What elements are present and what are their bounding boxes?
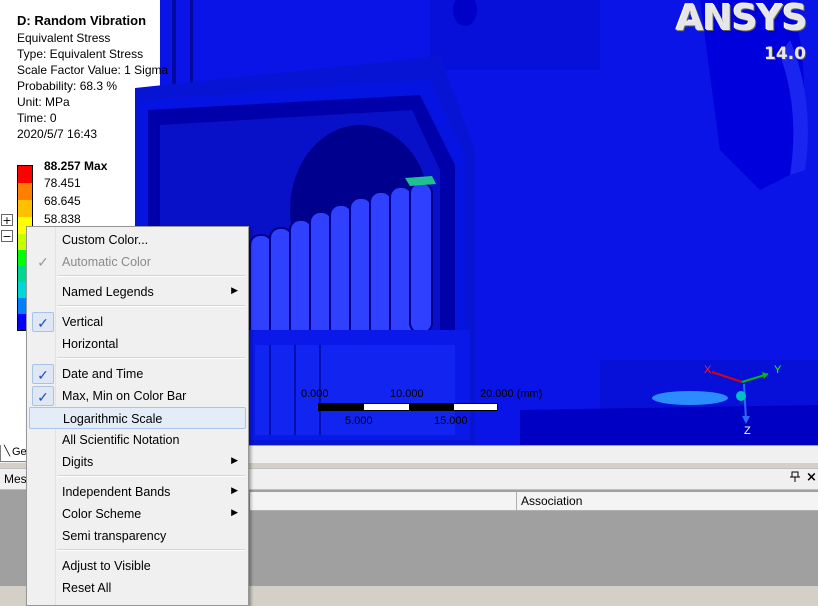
- legend-band: [18, 183, 32, 200]
- menu-item-adjust-to-visible[interactable]: Adjust to Visible: [29, 555, 246, 577]
- menu-item-logarithmic-scale[interactable]: Logarithmic Scale: [29, 407, 246, 429]
- menu-item-label: Custom Color...: [62, 233, 149, 247]
- menu-separator: [57, 357, 245, 359]
- menu-item-label: Automatic Color: [62, 255, 151, 269]
- result-description: Equivalent Stress: [17, 31, 111, 45]
- result-unit: Unit: MPa: [17, 95, 70, 109]
- menu-item-color-scheme[interactable]: Color Scheme ▶: [29, 503, 246, 525]
- menu-separator: [57, 305, 245, 307]
- tab-geometry-label: Ge: [12, 446, 27, 458]
- legend-value[interactable]: 58.838: [44, 212, 81, 226]
- menu-item-digits[interactable]: Digits ▶: [29, 451, 246, 473]
- menu-item-label: Horizontal: [62, 337, 119, 351]
- menu-item-independent-bands[interactable]: Independent Bands ▶: [29, 481, 246, 503]
- menu-item-label: Logarithmic Scale: [63, 412, 163, 426]
- scale-bar: [318, 403, 498, 411]
- menu-item-label: Max, Min on Color Bar: [62, 389, 187, 403]
- menu-item-label: Color Scheme: [62, 507, 142, 521]
- menu-item-label: Vertical: [62, 315, 103, 329]
- menu-item-horizontal[interactable]: Horizontal: [29, 333, 246, 355]
- logo-version: 14.0: [764, 44, 806, 64]
- menu-item-label: Semi transparency: [62, 529, 167, 543]
- pin-icon[interactable]: [790, 471, 800, 486]
- result-type: Type: Equivalent Stress: [17, 47, 144, 61]
- legend-band: [18, 166, 32, 183]
- menu-item-label: Date and Time: [62, 367, 144, 381]
- menu-item-label: Named Legends: [62, 285, 154, 299]
- ansys-logo: ANSYS 14.0: [676, 0, 816, 66]
- menu-item-label: Digits: [62, 455, 94, 469]
- check-icon: ✓: [32, 386, 54, 406]
- scale-label: 15.000: [434, 415, 468, 427]
- menu-separator: [57, 475, 245, 477]
- check-icon: ✓: [32, 312, 54, 332]
- menu-item-vertical[interactable]: ✓ Vertical: [29, 311, 246, 333]
- menu-separator: [57, 275, 245, 277]
- close-icon[interactable]: ×: [806, 470, 817, 485]
- logo-brand: ANSYS: [676, 0, 808, 39]
- menu-item-label: Adjust to Visible: [62, 559, 151, 573]
- messages-panel-title: Mes: [4, 472, 27, 486]
- menu-item-named-legends[interactable]: Named Legends ▶: [29, 281, 246, 303]
- triad-z-label: Z: [744, 425, 751, 437]
- menu-item-all-scientific-notation[interactable]: All Scientific Notation: [29, 429, 246, 451]
- result-timestamp: 2020/5/7 16:43: [17, 127, 98, 141]
- triad-x-label: X: [704, 364, 712, 376]
- menu-item-custom-color[interactable]: Custom Color...: [29, 229, 246, 251]
- submenu-arrow-icon: ▶: [231, 285, 238, 295]
- submenu-arrow-icon: ▶: [231, 507, 238, 517]
- legend-band: [18, 200, 32, 217]
- column-header-association[interactable]: Association: [516, 492, 582, 510]
- legend-max-value[interactable]: 88.257 Max: [44, 159, 107, 173]
- submenu-arrow-icon: ▶: [231, 485, 238, 495]
- legend-decrease-button[interactable]: −: [1, 230, 13, 242]
- submenu-arrow-icon: ▶: [231, 455, 238, 465]
- check-icon: ✓: [37, 254, 49, 270]
- triad-y-label: Y: [774, 364, 782, 376]
- check-icon: ✓: [32, 364, 54, 384]
- menu-item-label: All Scientific Notation: [62, 433, 180, 447]
- legend-value[interactable]: 68.645: [44, 194, 81, 208]
- menu-item-label: Independent Bands: [62, 485, 171, 499]
- result-scale-factor: Scale Factor Value: 1 Sigma: [17, 63, 169, 77]
- menu-item-label: Reset All: [62, 581, 112, 595]
- result-time: Time: 0: [17, 111, 57, 125]
- legend-increase-button[interactable]: +: [1, 214, 13, 226]
- scale-label: 0.000: [301, 388, 329, 400]
- menu-item-date-and-time[interactable]: ✓ Date and Time: [29, 363, 246, 385]
- scale-label: 5.000: [345, 415, 373, 427]
- menu-item-automatic-color: ✓ Automatic Color: [29, 251, 246, 273]
- menu-separator: [57, 549, 245, 551]
- scale-label: 20.000 (mm): [480, 388, 543, 400]
- legend-context-menu[interactable]: Custom Color... ✓ Automatic Color Named …: [26, 226, 249, 606]
- menu-item-semi-transparency[interactable]: Semi transparency: [29, 525, 246, 547]
- legend-value[interactable]: 78.451: [44, 176, 81, 190]
- menu-item-reset-all[interactable]: Reset All: [29, 577, 246, 599]
- menu-item-max-min-on-color-bar[interactable]: ✓ Max, Min on Color Bar: [29, 385, 246, 407]
- tab-corner-icon: ╲: [4, 446, 11, 457]
- result-title: D: Random Vibration: [17, 13, 147, 28]
- result-probability: Probability: 68.3 %: [17, 79, 118, 93]
- scale-label: 10.000: [390, 388, 424, 400]
